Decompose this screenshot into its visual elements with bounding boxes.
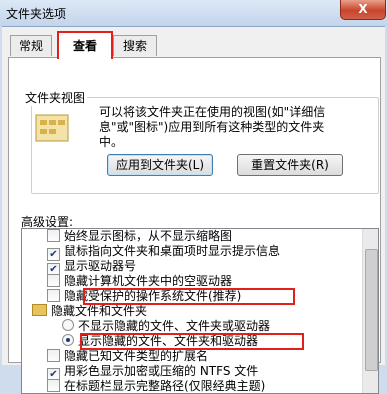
- close-icon: X: [358, 2, 368, 16]
- setting-label: 始终显示图标，从不显示缩略图: [64, 229, 233, 243]
- setting-row[interactable]: 隐藏受保护的操作系统文件(推荐): [47, 289, 241, 304]
- close-button[interactable]: X: [340, 0, 386, 20]
- setting-row[interactable]: 隐藏计算机文件夹中的空驱动器: [47, 274, 232, 289]
- checkbox[interactable]: [47, 349, 60, 362]
- setting-label: 显示驱动器号: [64, 259, 137, 273]
- description-line: 可以将该文件夹正在使用的视图(如"详细信: [99, 105, 326, 119]
- dialog-body: 常规 查看 搜索 文件夹视图 可以将该文件夹正在使用的视图(如"详细信 息"或"…: [2, 26, 385, 394]
- radio-button-selected[interactable]: [62, 334, 74, 346]
- tab-view[interactable]: 查看: [57, 31, 113, 59]
- folder-views-title: 文件夹视图: [23, 89, 88, 106]
- folder-views-description: 可以将该文件夹正在使用的视图(如"详细信 息"或"图标")应用到所有这种类型的文…: [99, 105, 364, 150]
- setting-folder: 隐藏文件和文件夹: [32, 304, 147, 319]
- folder-icon: [32, 304, 47, 316]
- reset-folders-button[interactable]: 重置文件夹(R): [237, 154, 343, 176]
- setting-label: 鼠标指向文件夹和桌面项时显示提示信息: [64, 244, 281, 258]
- tab-general[interactable]: 常规: [10, 35, 52, 56]
- apply-to-folders-button[interactable]: 应用到文件夹(L): [107, 154, 213, 176]
- description-line: 中。: [99, 135, 124, 149]
- setting-label: 不显示隐藏的文件、文件夹或驱动器: [78, 319, 271, 333]
- setting-label: 在标题栏显示完整路径(仅限经典主题): [64, 379, 266, 393]
- window-title: 文件夹选项: [6, 7, 67, 21]
- setting-label: 隐藏计算机文件夹中的空驱动器: [64, 274, 233, 288]
- setting-label: 隐藏已知文件类型的扩展名: [64, 349, 209, 363]
- setting-row[interactable]: ✔ 用彩色显示加密或压缩的 NTFS 文件: [47, 364, 259, 381]
- description-line: 息"或"图标")应用到所有这种类型的文件夹: [99, 120, 325, 134]
- tab-search[interactable]: 搜索: [113, 35, 157, 56]
- setting-row[interactable]: ✔ 显示驱动器号: [47, 259, 137, 276]
- setting-row[interactable]: 不显示隐藏的文件、文件夹或驱动器: [62, 319, 270, 334]
- setting-row[interactable]: 在标题栏显示完整路径(仅限经典主题): [47, 379, 266, 393]
- setting-label: 隐藏文件和文件夹: [51, 304, 148, 318]
- advanced-settings-list[interactable]: 始终显示图标，从不显示缩略图 ✔ 鼠标指向文件夹和桌面项时显示提示信息 ✔ 显示驱动…: [21, 228, 379, 394]
- checkbox[interactable]: [47, 379, 60, 392]
- checkbox[interactable]: [47, 274, 60, 287]
- view-tab-panel: 文件夹视图 可以将该文件夹正在使用的视图(如"详细信 息"或"图标")应用到所有…: [8, 57, 381, 394]
- checkbox[interactable]: [47, 289, 60, 302]
- checkbox[interactable]: [47, 229, 60, 242]
- scrollbar-thumb[interactable]: [365, 249, 378, 371]
- setting-row[interactable]: 显示隐藏的文件、文件夹和驱动器: [62, 334, 258, 349]
- setting-row[interactable]: 隐藏已知文件类型的扩展名: [47, 349, 208, 364]
- setting-row[interactable]: 始终显示图标，从不显示缩略图: [47, 229, 232, 244]
- setting-label: 用彩色显示加密或压缩的 NTFS 文件: [64, 364, 259, 378]
- title-bar: 文件夹选项 X: [0, 0, 387, 26]
- setting-label: 隐藏受保护的操作系统文件(推荐): [64, 289, 242, 303]
- radio-button[interactable]: [62, 319, 74, 331]
- setting-row[interactable]: ✔ 鼠标指向文件夹和桌面项时显示提示信息: [47, 244, 281, 261]
- scrollbar[interactable]: [362, 229, 378, 393]
- setting-label: 显示隐藏的文件、文件夹和驱动器: [78, 334, 259, 348]
- folder-view-icon: [35, 114, 69, 142]
